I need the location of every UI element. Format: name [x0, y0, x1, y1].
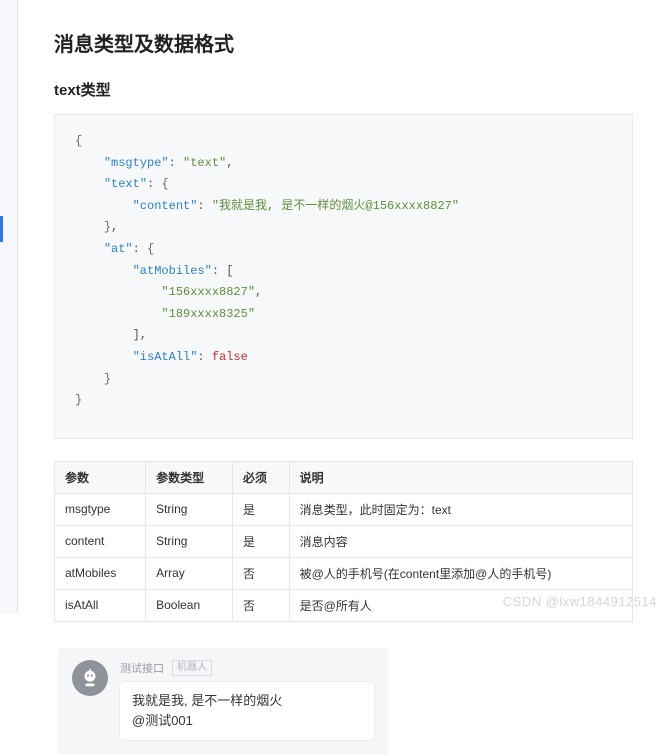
sidebar-active-indicator — [0, 216, 3, 242]
td: 是 — [232, 525, 289, 557]
td: Array — [146, 557, 233, 589]
th-required: 必须 — [232, 461, 289, 493]
chat-header: 测试接口 机器人 — [120, 660, 374, 676]
td: atMobiles — [55, 557, 146, 589]
th-desc: 说明 — [289, 461, 632, 493]
code-example: { "msgtype": "text", "text": { "content"… — [54, 114, 633, 439]
table-header-row: 参数 参数类型 必须 说明 — [55, 461, 633, 493]
td: 被@人的手机号(在content里添加@人的手机号) — [289, 557, 632, 589]
td: String — [146, 493, 233, 525]
chat-bubble: 我就是我, 是不一样的烟火 @测试001 — [120, 682, 374, 740]
td: 否 — [232, 589, 289, 621]
chat-body: 测试接口 机器人 我就是我, 是不一样的烟火 @测试001 — [120, 660, 374, 740]
th-type: 参数类型 — [146, 461, 233, 493]
td: 是 — [232, 493, 289, 525]
section-title: text类型 — [54, 79, 633, 100]
sidebar-strip — [0, 0, 18, 613]
td: Boolean — [146, 589, 233, 621]
td: 消息类型，此时固定为：text — [289, 493, 632, 525]
doc-content: 消息类型及数据格式 text类型 { "msgtype": "text", "t… — [54, 0, 663, 754]
td: 消息内容 — [289, 525, 632, 557]
td: isAtAll — [55, 589, 146, 621]
chat-preview: 测试接口 机器人 我就是我, 是不一样的烟火 @测试001 — [58, 648, 388, 754]
td: 否 — [232, 557, 289, 589]
chat-role-tag: 机器人 — [172, 660, 212, 676]
table-row: msgtype String 是 消息类型，此时固定为：text — [55, 493, 633, 525]
table-row: content String 是 消息内容 — [55, 525, 633, 557]
td: content — [55, 525, 146, 557]
td: msgtype — [55, 493, 146, 525]
chat-line: 我就是我, 是不一样的烟火 — [132, 691, 362, 711]
chat-sender: 测试接口 — [120, 660, 164, 676]
th-param: 参数 — [55, 461, 146, 493]
chat-mention: @测试001 — [132, 711, 362, 731]
avatar — [72, 660, 108, 696]
td: String — [146, 525, 233, 557]
watermark: CSDN @lxw1844912514 — [503, 594, 657, 609]
robot-icon — [79, 667, 101, 689]
page-title: 消息类型及数据格式 — [54, 28, 633, 57]
table-row: atMobiles Array 否 被@人的手机号(在content里添加@人的… — [55, 557, 633, 589]
